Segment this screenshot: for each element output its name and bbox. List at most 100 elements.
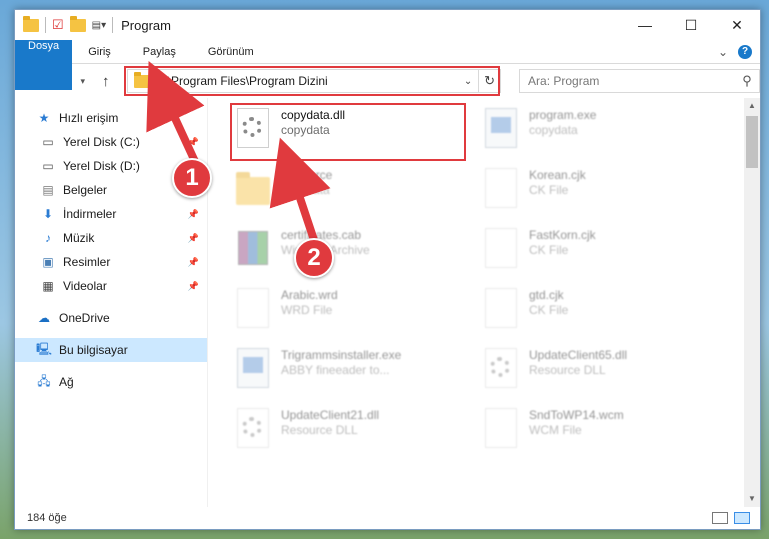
maximize-button[interactable]: ☐ [668,10,714,40]
pin-icon[interactable]: 📌 [188,257,199,268]
recent-locations-icon[interactable]: ▾ [77,76,89,87]
scroll-up-icon[interactable]: ▲ [744,98,760,114]
file-description: Resource DLL [529,363,606,377]
sidebar-item-quick-access[interactable]: ★ Hızlı erişim [15,106,207,130]
content-area: ★ Hızlı erişim ▭ Yerel Disk (C:) 📌 ▭ Yer… [15,98,760,507]
tab-file[interactable]: Dosya [15,40,73,90]
pin-icon[interactable]: 📌 [188,137,199,148]
customize-toolbar-icon[interactable]: ▤▾ [92,20,106,31]
archive-file-icon [233,226,273,270]
file-item[interactable]: gtd.cjk CK File [481,286,711,336]
refresh-icon[interactable]: ↻ [478,70,500,92]
file-item[interactable]: UpdateClient65.dll Resource DLL [481,346,711,396]
close-button[interactable]: ✕ [714,10,760,40]
music-icon: ♪ [45,231,51,245]
search-input[interactable]: Ara: Program ⚲ [519,69,761,93]
exe-file-icon [481,106,521,150]
pin-icon[interactable]: 📌 [188,209,199,220]
address-bar[interactable]: C:\Program Files\Program Dizini ⌄ ↻ [123,66,502,96]
file-item[interactable]: Korean.cjk CK File [481,166,711,216]
separator [112,17,114,33]
file-list: copydata.dll copydata program.exe copydata R… [208,98,744,507]
tab-view[interactable]: Görünüm [192,40,270,63]
sidebar-item-network[interactable]: 🖧 Ağ [15,370,207,394]
file-item[interactable]: Arabic.wrd WRD File [233,286,481,336]
title-bar: ☑ ▤▾ Program — ☐ ✕ [15,10,760,40]
tab-share[interactable]: Paylaş [127,40,192,63]
document-file-icon [481,286,521,330]
properties-icon[interactable]: ☑ [52,17,64,33]
network-icon: 🖧 [37,373,51,388]
file-text: Trigrammsinstaller.exe ABBY fineeader to.… [281,346,401,378]
file-description: ABBY fineeader to... [281,363,390,377]
window-title: Program [121,17,171,33]
up-icon[interactable]: ↑ [95,73,117,90]
large-icons-view-icon[interactable] [734,512,750,524]
address-path[interactable]: C:\Program Files\Program Dizini [156,74,328,88]
sidebar-item-videos[interactable]: ▦ Videolar 📌 [15,274,207,298]
file-description: CK File [529,303,569,317]
file-text: copydata.dll copydata [281,106,345,138]
chevron-down-icon[interactable]: ⌄ [458,76,478,87]
sidebar-item-downloads[interactable]: ⬇ İndirmeler 📌 [15,202,207,226]
pin-icon[interactable]: 📌 [188,281,199,292]
file-item[interactable]: UpdateClient21.dll Resource DLL [233,406,481,456]
scroll-down-icon[interactable]: ▼ [744,491,760,507]
file-name: Trigrammsinstaller.exe [281,348,402,362]
cloud-icon: ☁ [38,311,50,325]
file-item[interactable]: Resource copydata [233,166,481,216]
sidebar-item-label: Ağ [59,375,74,389]
file-item[interactable]: SndToWP14.wcm WCM File [481,406,711,456]
sidebar-item-label: Bu bilgisayar [59,343,128,357]
file-name: Resource [281,168,333,182]
file-text: FastKorn.cjk CK File [529,226,596,258]
search-icon[interactable]: ⚲ [735,73,759,89]
file-text: Resource copydata [281,166,332,198]
sidebar-item-this-pc[interactable]: 🖳 Bu bilgisayar [15,338,207,362]
file-item[interactable]: program.exe copydata [481,106,711,156]
document-file-icon [481,406,521,450]
file-text: Korean.cjk CK File [529,166,586,198]
document-file-icon [481,166,521,210]
sidebar-item-label: OneDrive [59,311,110,325]
sidebar-item-pictures[interactable]: ▣ Resimler 📌 [15,250,207,274]
file-description: copydata [281,183,330,197]
window-controls: — ☐ ✕ [622,10,760,40]
navigation-bar: ← → ▾ ↑ C:\Program Files\Program Dizini … [15,64,761,98]
quick-access-toolbar: ☑ ▤▾ [23,15,114,33]
step-marker-1: 1 [172,158,212,198]
file-name: SndToWP14.wcm [529,408,624,422]
file-text: UpdateClient65.dll Resource DLL [529,346,627,378]
file-item[interactable]: certificates.cabWinRAR Archive [233,226,481,276]
ribbon-tabs: Dosya Giriş Paylaş Görünüm ⌄ ? [15,40,760,90]
pin-icon[interactable]: 📌 [188,233,199,244]
file-text: Arabic.wrd WRD File [281,286,338,318]
folder-icon [133,71,150,88]
help-icon[interactable]: ? [738,44,752,59]
file-item[interactable]: Trigrammsinstaller.exe ABBY fineeader to.… [233,346,481,396]
star-icon: ★ [38,111,50,125]
file-description: WCM File [529,423,582,437]
file-name: program.exe [529,108,597,122]
sidebar-item-local-disk-c[interactable]: ▭ Yerel Disk (C:) 📌 [15,130,207,154]
details-view-icon[interactable] [712,512,728,524]
sidebar-item-onedrive[interactable]: ☁ OneDrive [15,306,207,330]
minimize-button[interactable]: — [622,10,668,40]
file-description: copydata [529,123,578,137]
drive-icon: ▭ [42,135,54,149]
scroll-thumb[interactable] [746,116,758,168]
vertical-scrollbar[interactable]: ▲ ▼ [744,98,760,507]
documents-icon: ▤ [42,183,54,197]
sidebar-item-music[interactable]: ♪ Müzik 📌 [15,226,207,250]
file-name: copydata.dll [281,108,346,122]
item-count: 184 öğe [27,512,67,524]
tab-home[interactable]: Giriş [72,40,127,63]
file-item[interactable]: FastKorn.cjk CK File [481,226,711,276]
sidebar-item-label: Resimler [63,255,111,269]
new-folder-icon[interactable] [69,15,86,32]
expand-ribbon-icon[interactable]: ⌄ [718,45,728,59]
file-name: gtd.cjk [529,288,564,302]
sidebar-item-label: Videolar [63,279,107,293]
file-item[interactable]: copydata.dll copydata [233,106,481,156]
drive-icon: ▭ [42,159,54,173]
